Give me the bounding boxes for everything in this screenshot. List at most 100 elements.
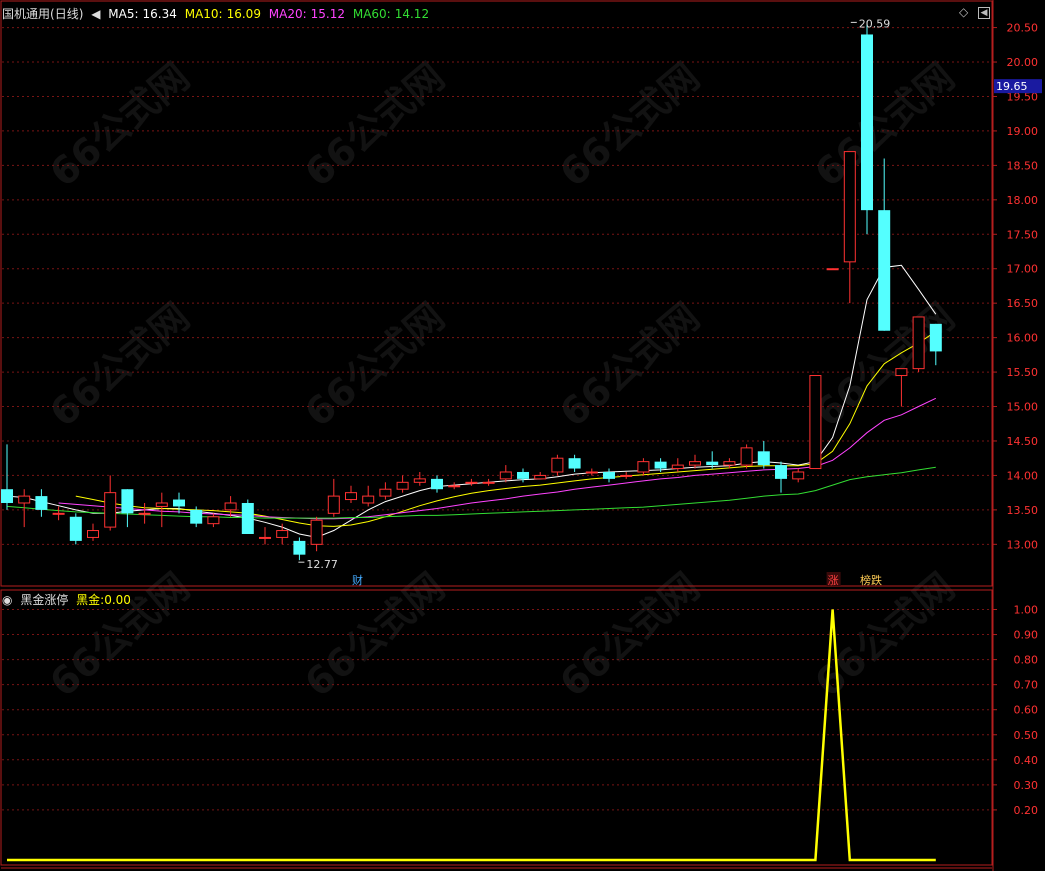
ma-line-ma5 xyxy=(6,264,937,538)
main-header: 国机通用(日线) ◀ MA5: 16.34 MA10: 16.09 MA20: 15.… xyxy=(2,5,433,22)
limit-up-mark[interactable]: 涨 xyxy=(828,574,839,587)
candle[interactable] xyxy=(104,475,117,531)
candle[interactable] xyxy=(775,461,787,493)
indicator-tick-label: 0.40 xyxy=(1014,754,1039,767)
candle[interactable] xyxy=(723,458,736,469)
price-tick-label: 18.00 xyxy=(1007,194,1039,207)
candle[interactable] xyxy=(293,537,306,561)
candle[interactable] xyxy=(465,478,478,486)
candle[interactable] xyxy=(87,523,99,541)
candle[interactable] xyxy=(603,468,615,483)
candle-body xyxy=(895,368,908,377)
price-tick-label: 20.50 xyxy=(1007,22,1039,35)
price-tick-label: 13.50 xyxy=(1007,504,1039,517)
candle[interactable] xyxy=(259,527,271,545)
candle[interactable] xyxy=(207,513,220,528)
candle[interactable] xyxy=(534,471,547,480)
candle[interactable] xyxy=(35,489,48,517)
candle-body xyxy=(224,502,237,511)
candle[interactable] xyxy=(568,454,581,472)
scroll-left-icon[interactable]: ◀ xyxy=(91,7,100,21)
candle[interactable] xyxy=(499,465,512,483)
indicator-name[interactable]: 黑金涨停 xyxy=(20,593,68,607)
candle-body xyxy=(534,474,547,480)
candle-body xyxy=(293,540,306,555)
candle[interactable] xyxy=(327,478,340,517)
candle[interactable] xyxy=(878,158,891,331)
candle[interactable] xyxy=(637,458,650,476)
candle-body xyxy=(826,268,839,271)
candle[interactable] xyxy=(843,151,856,304)
ma5-label: MA5: xyxy=(108,7,139,21)
price-tick-label: 14.50 xyxy=(1007,435,1039,448)
candle-body xyxy=(138,512,151,515)
candle[interactable] xyxy=(809,375,822,470)
collapse-icon[interactable]: ◀ xyxy=(978,7,990,19)
ma-line-ma10 xyxy=(75,330,937,527)
candle[interactable] xyxy=(241,499,254,534)
candle[interactable] xyxy=(379,482,392,500)
watermark-4: 66公式网 xyxy=(42,294,198,435)
candle[interactable] xyxy=(912,316,925,373)
kline-chart[interactable]: 66公式网 66公式网 66公式网 66公式网66公式网 66公式网 66公式网 66公式网… xyxy=(0,0,1045,871)
candle-body xyxy=(413,478,426,483)
watermark-2: 66公式网 xyxy=(552,54,708,195)
candle-body xyxy=(310,519,323,545)
candle[interactable] xyxy=(689,454,701,469)
candle[interactable] xyxy=(671,458,684,472)
stock-name[interactable]: 国机通用 xyxy=(2,7,50,21)
candle[interactable] xyxy=(396,475,409,493)
candle-body xyxy=(775,465,787,479)
candle[interactable] xyxy=(121,489,134,528)
candle-body xyxy=(431,478,443,490)
candle[interactable] xyxy=(585,468,598,476)
candle[interactable] xyxy=(929,323,942,366)
current-price-label: 19.65 xyxy=(996,80,1028,93)
candle-body xyxy=(35,496,48,510)
candle[interactable] xyxy=(620,471,633,479)
candle[interactable] xyxy=(895,368,908,407)
candle[interactable] xyxy=(52,506,65,521)
candle-body xyxy=(482,481,495,484)
ma20-value: 15.12 xyxy=(310,7,346,21)
candle[interactable] xyxy=(861,21,873,235)
candle[interactable] xyxy=(138,502,151,524)
candle[interactable] xyxy=(362,485,375,507)
indicator-toggle-icon[interactable]: ◉ xyxy=(2,593,12,607)
candle-body xyxy=(276,530,289,538)
candle[interactable] xyxy=(740,444,753,469)
candle-body xyxy=(173,499,185,507)
watermark-0: 66公式网 xyxy=(42,54,198,195)
dragon-tiger-list-mark[interactable]: 榜跌 xyxy=(860,573,882,587)
candle-body xyxy=(241,502,254,534)
candle[interactable] xyxy=(345,485,357,503)
candle[interactable] xyxy=(224,496,237,517)
price-tick-label: 15.50 xyxy=(1007,366,1039,379)
candle[interactable] xyxy=(792,468,805,483)
candle[interactable] xyxy=(551,454,564,476)
ma20-label: MA20: xyxy=(268,7,307,21)
candle[interactable] xyxy=(448,482,461,490)
candle[interactable] xyxy=(1,444,13,510)
candle[interactable] xyxy=(276,523,289,545)
candle-body xyxy=(18,495,31,504)
candle-body xyxy=(809,375,822,470)
candle-body xyxy=(878,210,891,331)
candle[interactable] xyxy=(310,516,323,552)
candle-body xyxy=(499,471,512,480)
candle[interactable] xyxy=(757,440,770,469)
candle[interactable] xyxy=(431,475,443,493)
candle[interactable] xyxy=(413,471,426,486)
finance-event-mark[interactable]: 财 xyxy=(352,573,363,587)
indicator-line-heijin xyxy=(7,609,936,862)
candle-body xyxy=(87,530,99,538)
candle[interactable] xyxy=(482,478,495,486)
candle[interactable] xyxy=(69,513,82,545)
diamond-icon[interactable]: ◇ xyxy=(959,5,968,19)
indicator-header: ◉ 黑金涨停 黑金:0.00 xyxy=(2,591,135,608)
candle-body xyxy=(104,492,117,528)
candle[interactable] xyxy=(826,268,839,271)
candle-body xyxy=(706,461,719,466)
price-tick-label: 20.00 xyxy=(1007,56,1039,69)
candle-body xyxy=(551,457,564,473)
